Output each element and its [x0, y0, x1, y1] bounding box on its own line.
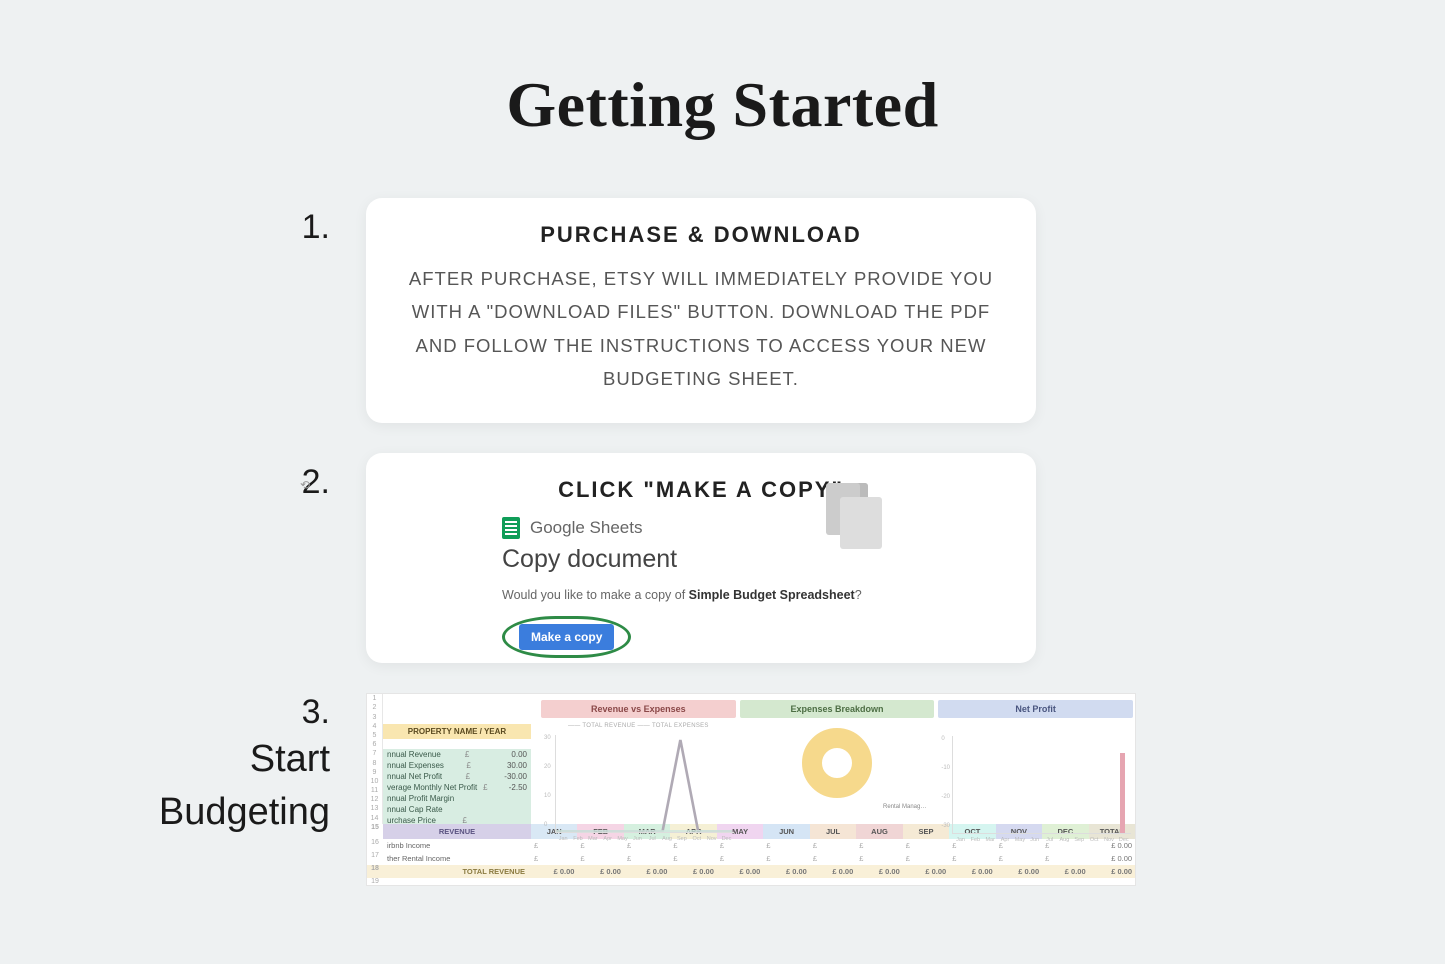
- metric-row: nnual Profit Margin: [383, 793, 531, 804]
- donut-label: Rental Manag…: [740, 804, 935, 810]
- steps-container: 1. PURCHASE & DOWNLOAD AFTER PURCHASE, E…: [0, 198, 1445, 886]
- google-sheets-icon: [502, 517, 520, 539]
- chart-3-title: Net Profit: [938, 700, 1133, 718]
- make-copy-highlight: Make a copy: [502, 616, 631, 658]
- step-2-card: CLICK "MAKE A COPY" Google Sheets Copy d…: [366, 453, 1036, 663]
- step-3-label-line2: Budgeting: [159, 787, 330, 838]
- chart-revenue-vs-expenses: Revenue vs Expenses —— TOTAL REVENUE —— …: [541, 700, 736, 824]
- charts-row: Revenue vs Expenses —— TOTAL REVENUE —— …: [531, 694, 1135, 824]
- chart-3-body: 0 -10 -20 -30 JanFebMarAprMayJunJulAugSe…: [952, 736, 1131, 834]
- copy-files-icon: [826, 483, 886, 553]
- metrics-table: nnual Revenue£0.00nnual Expenses£30.00nn…: [383, 749, 531, 826]
- chart-1-legend: —— TOTAL REVENUE —— TOTAL EXPENSES: [541, 723, 736, 729]
- net-profit-bar: [1120, 753, 1125, 833]
- step-1-number: 1.: [290, 198, 330, 247]
- y-tick: 0: [941, 736, 944, 742]
- page-title: Getting Started: [0, 0, 1445, 142]
- property-header: PROPERTY NAME / YEAR: [383, 724, 531, 739]
- gs-app-name: Google Sheets: [530, 518, 642, 538]
- step-2-heading: CLICK "MAKE A COPY": [402, 477, 1000, 503]
- property-summary: PROPERTY NAME / YEAR nnual Revenue£0.00n…: [383, 694, 531, 824]
- copy-document-title: Copy document: [502, 545, 1000, 574]
- chart-3-months: JanFebMarAprMayJunJulAugSepOctNovDec: [953, 837, 1131, 843]
- step-1-card: PURCHASE & DOWNLOAD AFTER PURCHASE, ETSY…: [366, 198, 1036, 423]
- metric-row: nnual Cap Rate: [383, 804, 531, 815]
- line-chart-icon: [556, 735, 734, 832]
- step-3: 3. Start Budgeting 1234567891011121314 P…: [290, 693, 1136, 886]
- metric-row: nnual Net Profit£-30.00: [383, 771, 531, 782]
- blank-row: 19: [367, 878, 1135, 885]
- donut-chart-icon: [802, 728, 872, 798]
- y-tick: -20: [941, 794, 950, 800]
- revenue-header: REVENUE: [383, 824, 531, 839]
- chart-1-body: 30 20 10 0 JanFebMarAprMayJunJulAugSepOc…: [555, 735, 734, 833]
- make-copy-button[interactable]: Make a copy: [519, 624, 614, 650]
- step-1: 1. PURCHASE & DOWNLOAD AFTER PURCHASE, E…: [290, 198, 1036, 423]
- col-jun: JUN: [763, 824, 809, 839]
- col-aug: AUG: [856, 824, 902, 839]
- step-2: 2. CLICK "MAKE A COPY" Google Sheets Cop…: [290, 453, 1036, 663]
- chart-2-title: Expenses Breakdown: [740, 700, 935, 718]
- y-tick: 20: [544, 764, 551, 770]
- copy-question-name: Simple Budget Spreadsheet: [689, 588, 855, 602]
- y-tick: -10: [941, 765, 950, 771]
- metric-row: nnual Revenue£0.00: [383, 749, 531, 760]
- google-sheets-label: Google Sheets: [502, 517, 1000, 539]
- col-jul: JUL: [810, 824, 856, 839]
- chart-net-profit: Net Profit 0 -10 -20 -30 JanFebMarAprMay…: [938, 700, 1133, 824]
- chart-1-months: JanFebMarAprMayJunJulAugSepOctNovDec: [556, 836, 734, 842]
- row-numbers: 1234567891011121314: [367, 694, 383, 824]
- chart-expenses-breakdown: Expenses Breakdown Rental Manag…: [740, 700, 935, 824]
- chart-1-title: Revenue vs Expenses: [541, 700, 736, 718]
- metric-row: verage Monthly Net Profit£-2.50: [383, 782, 531, 793]
- page-flip-icon: ⟲: [300, 478, 324, 494]
- copy-question-pre: Would you like to make a copy of: [502, 588, 689, 602]
- total-revenue-row: 18TOTAL REVENUE£ 0.00£ 0.00£ 0.00£ 0.00£…: [367, 865, 1135, 878]
- y-tick: 0: [544, 822, 547, 828]
- step-3-label-line1: Start: [250, 734, 330, 785]
- copy-question: Would you like to make a copy of Simple …: [502, 588, 1000, 602]
- step-1-body: AFTER PURCHASE, ETSY WILL IMMEDIATELY PR…: [402, 262, 1000, 395]
- step-3-number: 3.: [290, 693, 330, 732]
- spreadsheet-preview: 1234567891011121314 PROPERTY NAME / YEAR…: [366, 693, 1136, 886]
- copy-question-post: ?: [855, 588, 862, 602]
- y-tick: 10: [544, 793, 551, 799]
- y-tick: 30: [544, 735, 551, 741]
- income-row: 17ther Rental Income£££££££££££££ 0.00: [367, 852, 1135, 865]
- step-1-heading: PURCHASE & DOWNLOAD: [402, 222, 1000, 248]
- metric-row: nnual Expenses£30.00: [383, 760, 531, 771]
- y-tick: -30: [941, 823, 950, 829]
